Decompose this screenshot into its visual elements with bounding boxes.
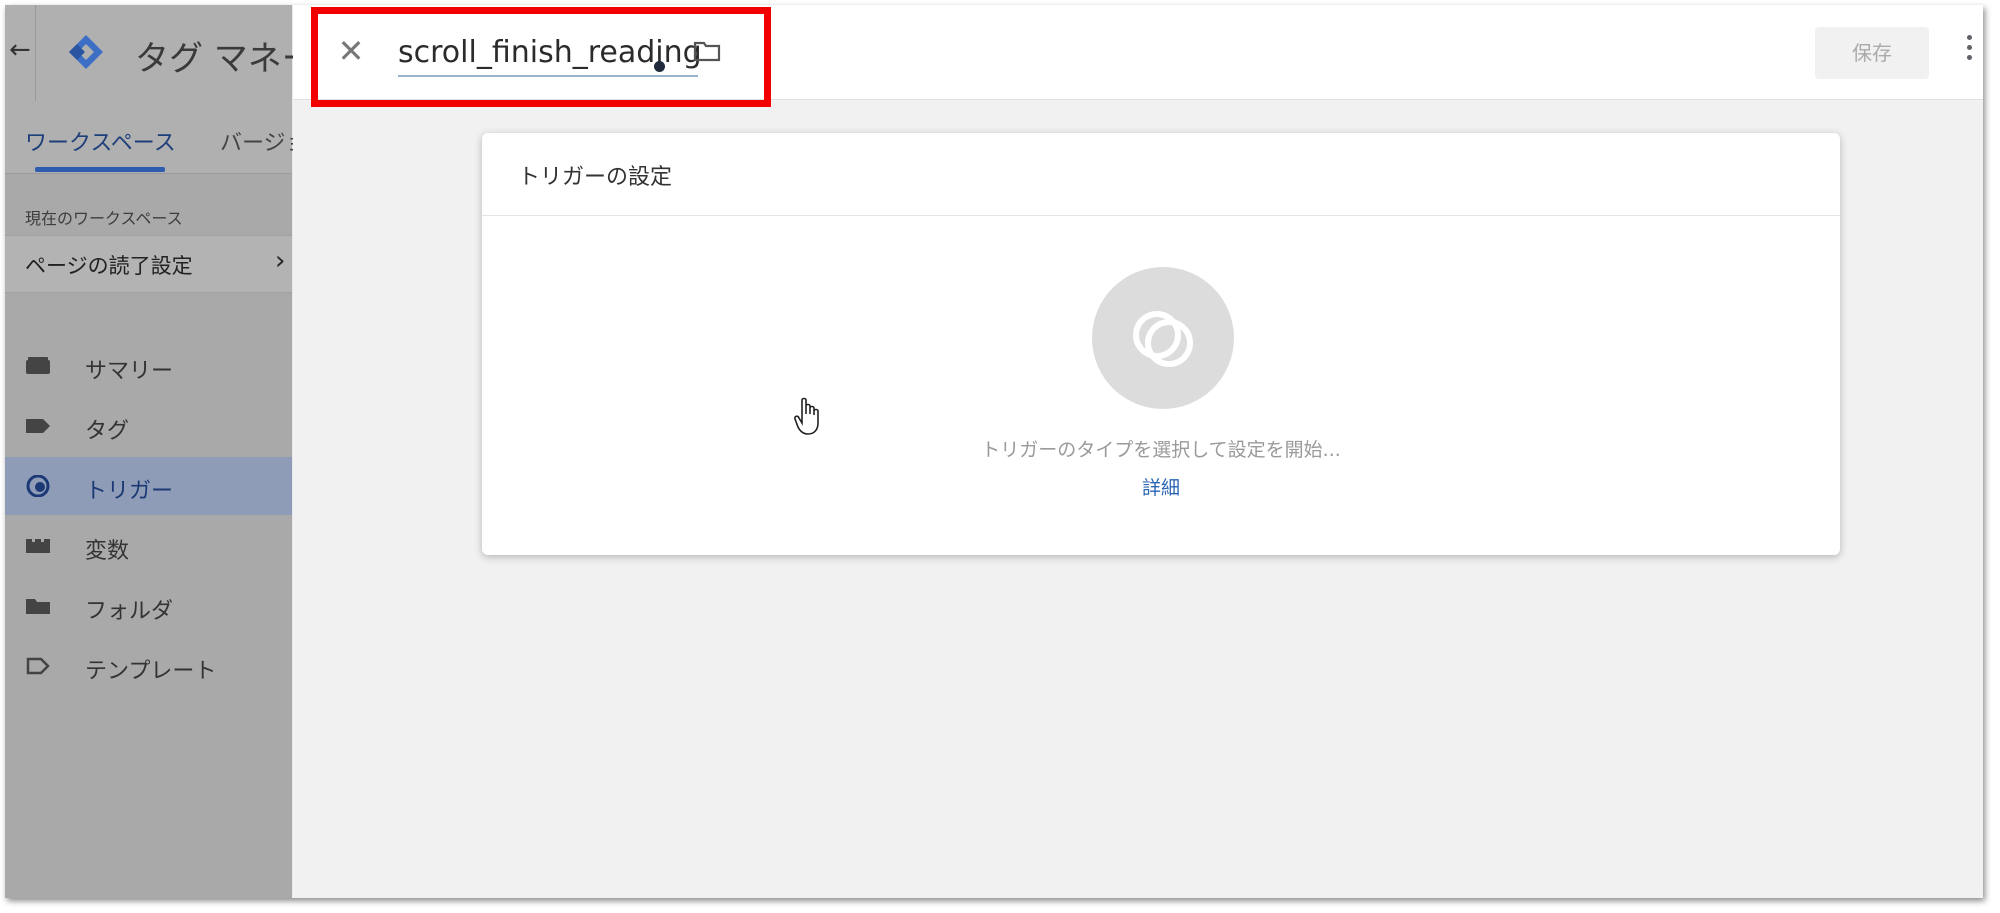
- sidebar-item-label: サマリー: [85, 359, 174, 384]
- screen-frame: ← タグ マネー ワークスペース バージョ 現在のワークスペース ページの読了設…: [5, 5, 1983, 898]
- trigger-config-card[interactable]: トリガーの設定 トリガーのタイプを選択して設定を開始... 詳細: [482, 133, 1840, 555]
- sidebar-item-templates[interactable]: テンプレート: [5, 637, 292, 695]
- hand-pointer-cursor-icon: [794, 397, 819, 435]
- sidebar-item-summary[interactable]: サマリー: [5, 337, 292, 395]
- editor-header: ✕ scroll_finish_reading 保存: [293, 5, 1983, 107]
- app-sidebar: ← タグ マネー ワークスペース バージョ 現在のワークスペース ページの読了設…: [5, 5, 316, 898]
- save-button[interactable]: 保存: [1815, 27, 1929, 79]
- topbar-divider: [35, 5, 36, 101]
- more-options-icon[interactable]: [1965, 35, 1973, 67]
- sidebar-item-variables[interactable]: 変数: [5, 517, 292, 575]
- workspace-selector[interactable]: ページの読了設定 ›: [5, 235, 292, 293]
- trigger-type-icon: [1133, 311, 1193, 367]
- trigger-icon: [26, 475, 50, 497]
- sidebar-item-folders[interactable]: フォルダ: [5, 577, 292, 635]
- highlight-annotation-box: [311, 7, 771, 107]
- tag-manager-logo-icon: [69, 35, 103, 69]
- template-icon: [26, 657, 50, 675]
- trigger-hint-text: トリガーのタイプを選択して設定を開始...: [981, 439, 1341, 461]
- trigger-editor-panel: ✕ scroll_finish_reading 保存 トリガーの設定 トリガーの…: [293, 5, 1983, 898]
- workspace-label: 現在のワークスペース: [25, 209, 183, 228]
- sidebar-item-label: テンプレート: [85, 659, 217, 684]
- card-title: トリガーの設定: [518, 165, 673, 190]
- sidebar-item-label: タグ: [85, 419, 130, 444]
- sidebar-item-label: トリガー: [85, 479, 174, 504]
- tab-active-indicator: [35, 167, 165, 172]
- detail-link[interactable]: 詳細: [482, 473, 1840, 500]
- card-header: トリガーの設定: [482, 133, 1840, 216]
- folder-icon: [26, 599, 50, 614]
- sidebar-item-label: 変数: [85, 539, 130, 564]
- tag-icon: [26, 419, 50, 433]
- app-tabs: ワークスペース バージョ: [5, 101, 308, 174]
- sidebar-item-triggers[interactable]: トリガー: [5, 457, 292, 515]
- summary-icon: [26, 357, 50, 374]
- trigger-type-placeholder[interactable]: [1092, 267, 1234, 409]
- workspace-name: ページの読了設定: [25, 254, 193, 278]
- sidebar-item-label: フォルダ: [85, 599, 174, 624]
- app-title: タグ マネー: [135, 39, 316, 79]
- tab-workspace[interactable]: ワークスペース: [25, 125, 176, 157]
- sidebar-item-tags[interactable]: タグ: [5, 397, 292, 455]
- app-topbar: ← タグ マネー: [5, 5, 316, 101]
- back-arrow-icon[interactable]: ←: [9, 35, 31, 65]
- chevron-right-icon: ›: [275, 246, 286, 276]
- variables-icon: [26, 539, 50, 553]
